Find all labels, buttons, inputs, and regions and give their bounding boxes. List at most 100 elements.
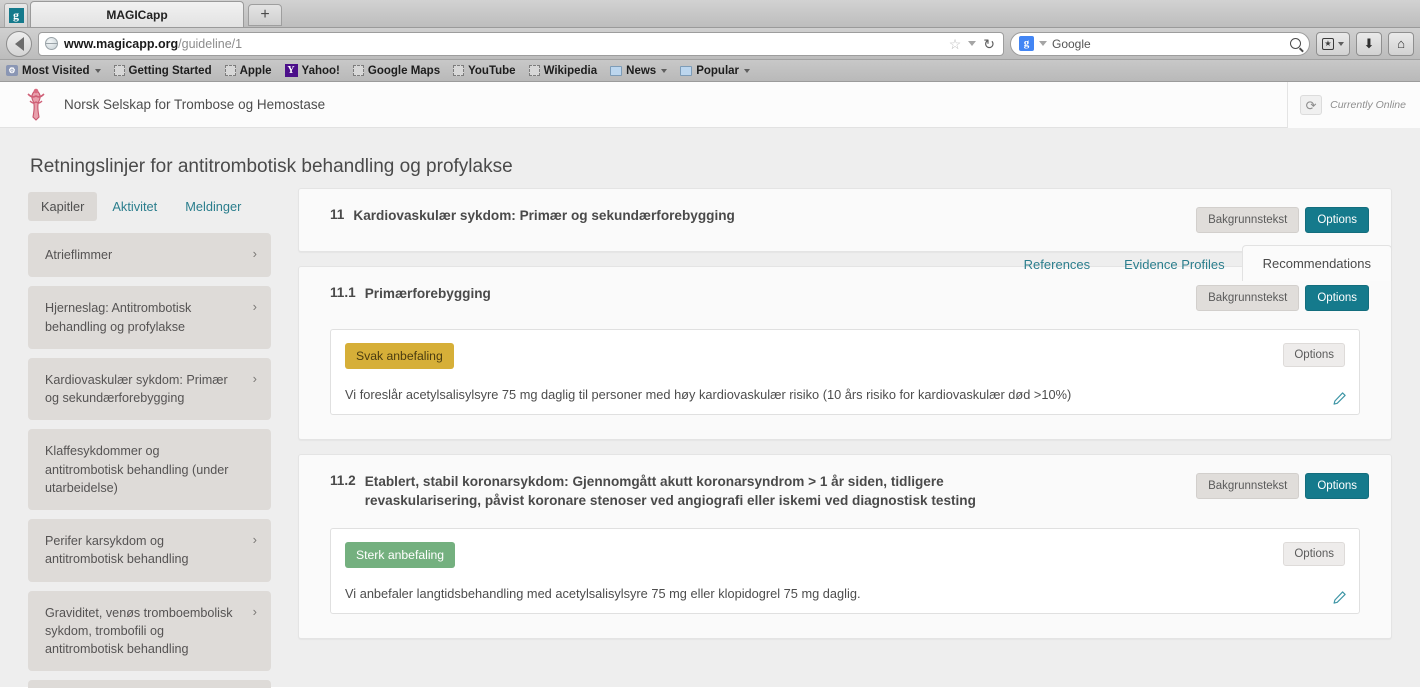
dotted-page-icon (528, 65, 540, 76)
address-bar[interactable]: www.magicapp.org/guideline/1 ☆ ↻ (38, 31, 1004, 56)
caduceus-logo-icon (22, 87, 50, 123)
section-number: 11.1 (330, 285, 356, 300)
bookmark-label: YouTube (468, 64, 516, 77)
section-card-11: 11 Kardiovaskulær sykdom: Primær og seku… (298, 188, 1392, 252)
dotted-page-icon (113, 65, 125, 76)
tab-evidence-profiles[interactable]: Evidence Profiles (1107, 248, 1241, 281)
search-engine-chevron-icon[interactable] (1039, 41, 1047, 46)
bookmark-label: Getting Started (128, 64, 212, 77)
downloads-button[interactable]: ⬇ (1356, 31, 1382, 56)
bakgrunnstekst-button[interactable]: Bakgrunnstekst (1196, 207, 1300, 233)
organization-name: Norsk Selskap for Trombose og Hemostase (64, 97, 326, 112)
sidebar-item-graviditet[interactable]: Graviditet, venøs tromboembolisk sykdom,… (28, 590, 271, 672)
new-tab-button[interactable]: + (248, 4, 282, 26)
search-bar[interactable]: g Google (1010, 31, 1310, 56)
chevron-down-icon (744, 68, 751, 73)
chevron-down-icon (661, 68, 668, 73)
browser-tab-magicapp[interactable]: MAGICapp (30, 1, 244, 27)
section-title: Etablert, stabil koronarsykdom: Gjennomg… (364, 474, 976, 508)
bookmark-menu-button[interactable]: ★ (1316, 31, 1350, 56)
sidebar-item-perifer-karsykdom[interactable]: Perifer karsykdom og antitrombotisk beha… (28, 519, 271, 582)
home-icon: ⌂ (1397, 36, 1405, 51)
bookmark-label: Google Maps (367, 64, 441, 77)
bookmark-folder-popular[interactable]: Popular (680, 64, 751, 77)
bookmark-label: Yahoo! (301, 64, 340, 77)
chapter-label: Graviditet, venøs tromboembolisk sykdom,… (45, 605, 233, 657)
magicapp-favicon: g (8, 8, 24, 23)
bakgrunnstekst-button[interactable]: Bakgrunnstekst (1196, 473, 1300, 500)
section-title: Primærforebygging (364, 286, 491, 301)
chevron-right-icon: › (252, 246, 257, 261)
chevron-down-icon[interactable] (968, 41, 977, 46)
dotted-page-icon (453, 65, 465, 76)
recommendation-text: Vi anbefaler langtidsbehandling med acet… (345, 585, 861, 601)
star-icon[interactable]: ☆ (949, 37, 962, 51)
online-status-label: Currently Online (1330, 99, 1406, 111)
online-status[interactable]: ⟳ Currently Online (1287, 82, 1420, 128)
sidebar-item-hjerneslag[interactable]: Hjerneslag: Antitrombotisk behandling og… (28, 286, 271, 349)
navigation-toolbar: www.magicapp.org/guideline/1 ☆ ↻ g Googl… (0, 28, 1420, 60)
url-domain: www.magicapp.org (64, 36, 179, 51)
page-content: Norsk Selskap for Trombose og Hemostase … (0, 82, 1420, 688)
chapter-list: Atrieflimmer › Hjerneslag: Antitrombotis… (28, 233, 271, 688)
recommendation-options-button[interactable]: Options (1283, 541, 1345, 566)
bookmark-folder-news[interactable]: News (610, 65, 668, 77)
chapter-label: Atrieflimmer (45, 248, 113, 262)
recommendation-card: Svak anbefaling Options Vi foreslår acet… (330, 329, 1360, 416)
browser-tab-title: MAGICapp (106, 7, 168, 22)
address-bar-url: www.magicapp.org/guideline/1 (64, 37, 242, 51)
tab-strip: g MAGICapp + (0, 0, 1420, 28)
back-button[interactable] (6, 30, 32, 57)
bookmark-getting-started[interactable]: Getting Started (113, 64, 212, 77)
bookmark-most-visited[interactable]: ⚙ Most Visited (6, 65, 101, 77)
bakgrunnstekst-button[interactable]: Bakgrunnstekst (1196, 285, 1300, 311)
sidebar-tabs: Kapitler Aktivitet Meldinger (28, 188, 271, 221)
browser-window: g MAGICapp + www.magicapp.org/guideline/… (0, 0, 1420, 82)
home-button[interactable]: ⌂ (1388, 31, 1414, 56)
pencil-icon[interactable] (1332, 590, 1347, 605)
section-card-11-1: 11.1 Primærforebygging Bakgrunnstekst Op… (298, 266, 1392, 441)
pencil-icon[interactable] (1332, 391, 1347, 406)
download-arrow-icon: ⬇ (1363, 36, 1375, 51)
google-icon: g (1019, 36, 1034, 51)
section-card-11-2: 11.2 Etablert, stabil koronarsykdom: Gje… (298, 454, 1392, 640)
bookmark-dropdown-icon: ★ (1322, 37, 1334, 50)
chevron-right-icon: › (252, 299, 257, 315)
plus-icon: + (260, 6, 270, 23)
bookmark-label: Apple (239, 64, 272, 77)
tab-references[interactable]: References (1007, 248, 1107, 281)
favicon-button[interactable]: g (4, 3, 28, 27)
sidebar-item-partial[interactable] (28, 680, 271, 688)
recommendation-card: Sterk anbefaling Options Vi anbefaler la… (330, 527, 1360, 615)
status-badge: Sterk anbefaling (345, 541, 456, 568)
bookmark-google-maps[interactable]: Google Maps (352, 64, 441, 77)
reload-icon[interactable]: ↻ (983, 37, 995, 51)
bookmark-youtube[interactable]: YouTube (453, 64, 516, 77)
sidebar-item-atrieflimmer[interactable]: Atrieflimmer › (28, 233, 271, 278)
yahoo-icon: Y (284, 64, 298, 77)
chapter-label: Perifer karsykdom og antitrombotisk beha… (45, 534, 189, 567)
sidebar-tab-meldinger[interactable]: Meldinger (172, 192, 254, 221)
folder-icon (680, 65, 693, 76)
sidebar-tab-kapitler[interactable]: Kapitler (28, 192, 98, 221)
bookmark-wikipedia[interactable]: Wikipedia (528, 64, 598, 77)
search-input[interactable]: Google (1052, 37, 1091, 51)
bookmark-label: Popular (696, 64, 740, 77)
chapter-label: Hjerneslag: Antitrombotisk behandling og… (45, 301, 192, 334)
tab-recommendations[interactable]: Recommendations (1241, 245, 1392, 281)
chevron-down-icon (1338, 41, 1344, 46)
search-icon[interactable] (1290, 38, 1301, 49)
bookmark-apple[interactable]: Apple (224, 64, 272, 77)
sidebar-item-kardiovaskulaer[interactable]: Kardiovaskulær sykdom: Primær og sekundæ… (28, 357, 271, 421)
options-button[interactable]: Options (1305, 473, 1369, 500)
options-button[interactable]: Options (1305, 207, 1369, 233)
sidebar-tab-aktivitet[interactable]: Aktivitet (99, 192, 170, 221)
bookmark-label: Wikipedia (543, 64, 598, 77)
options-button[interactable]: Options (1305, 285, 1369, 311)
url-path: /guideline/1 (178, 36, 243, 51)
recommendation-options-button[interactable]: Options (1283, 343, 1345, 367)
sidebar-item-klaffesykdommer[interactable]: Klaffesykdommer og antitrombotisk behand… (28, 429, 271, 510)
chapter-label: Klaffesykdommer og antitrombotisk behand… (45, 444, 229, 495)
bookmark-yahoo[interactable]: Y Yahoo! (284, 64, 340, 77)
dotted-page-icon (224, 65, 236, 76)
